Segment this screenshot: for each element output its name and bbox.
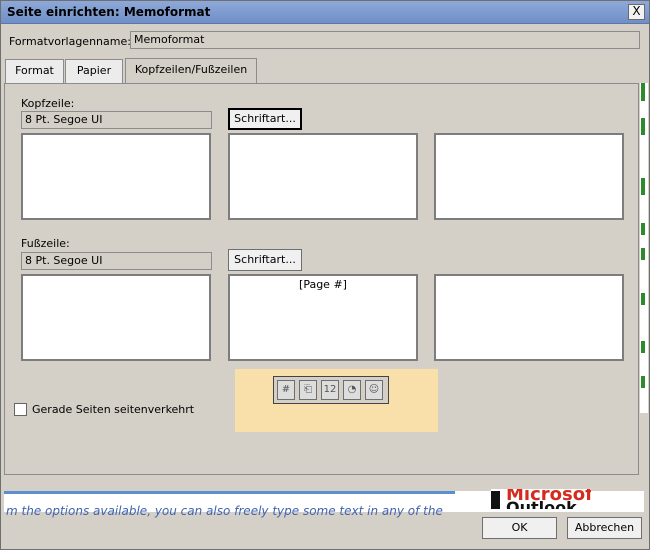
page-number-button[interactable]: # [277,380,295,400]
footer-font-button[interactable]: Schriftart... [228,249,302,271]
style-name-label: Formatvorlagenname: [9,35,131,48]
footer-right-box[interactable] [434,274,624,361]
header-right-box[interactable] [434,133,624,220]
microsoft-outlook-logo: Microsoft Outlook [491,489,591,509]
user-name-button[interactable]: ☺ [365,380,383,400]
header-center-box[interactable] [228,133,418,220]
tab-format[interactable]: Format [5,59,64,83]
time-icon: ◔ [347,384,357,395]
close-icon: X [632,4,641,18]
ok-button[interactable]: OK [482,517,557,539]
background-blue-line [4,491,455,494]
style-name-field[interactable]: Memoformat [130,31,640,49]
title-bar: Seite einrichten: Memoformat X [1,1,649,24]
insert-field-toolbar: # ⎗ 12 ◔ ☺ [273,376,389,404]
footer-center-box[interactable]: [Page #] [228,274,418,361]
tab-headers-footers[interactable]: Kopfzeilen/Fußzeilen [125,58,257,83]
footer-label: Fußzeile: [21,237,70,250]
header-font-button[interactable]: Schriftart... [228,108,302,130]
total-pages-icon: ⎗ [304,384,312,395]
header-font-field: 8 Pt. Segoe UI [21,111,212,129]
page-setup-dialog: Seite einrichten: Memoformat X Formatvor… [0,0,650,550]
tab-paper[interactable]: Papier [65,59,123,83]
time-button[interactable]: ◔ [343,380,361,400]
cancel-button[interactable]: Abbrechen [567,517,642,539]
reverse-even-pages-checkbox[interactable] [14,403,27,416]
background-document-text: m the options available, you can also fr… [6,504,443,518]
header-label: Kopfzeile: [21,97,75,110]
footer-left-box[interactable] [21,274,211,361]
user-name-icon: ☺ [368,384,380,395]
date-button[interactable]: 12 [321,380,339,400]
footer-font-field: 8 Pt. Segoe UI [21,252,212,270]
logo-line-2: Outlook [506,498,577,509]
date-icon: 12 [323,384,337,395]
page-number-icon: # [281,384,291,395]
dialog-title: Seite einrichten: Memoformat [7,5,211,19]
header-left-box[interactable] [21,133,211,220]
background-right-edge [640,83,648,413]
close-button[interactable]: X [628,4,645,20]
total-pages-button[interactable]: ⎗ [299,380,317,400]
footer-center-text: [Page #] [299,278,347,291]
logo-mark [491,491,500,509]
reverse-even-pages-label: Gerade Seiten seitenverkehrt [32,403,195,416]
